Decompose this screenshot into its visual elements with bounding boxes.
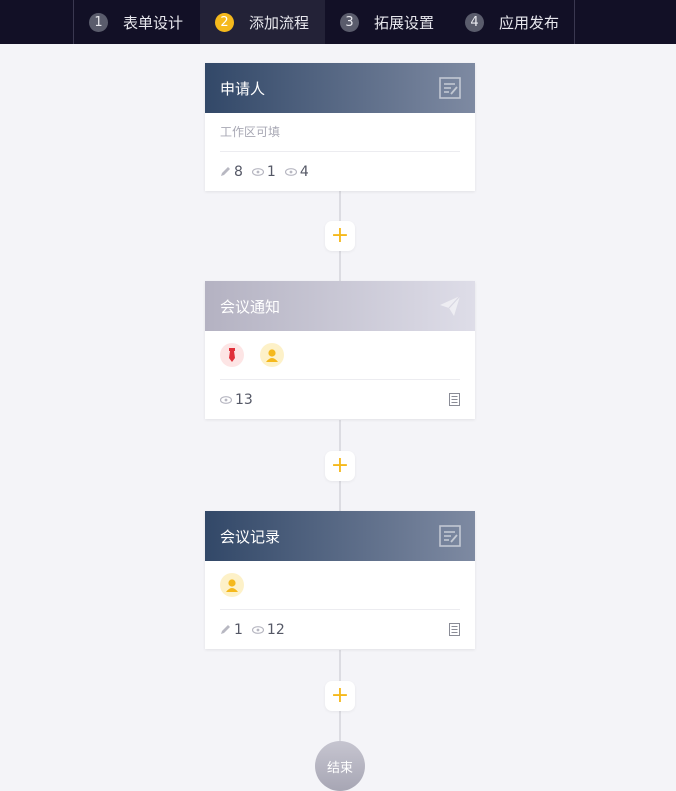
step-number: 1 <box>89 12 108 32</box>
node-stats: 13 <box>220 380 460 419</box>
add-node-button[interactable]: + <box>325 681 355 711</box>
step-number: 2 <box>215 12 234 32</box>
node-header: 会议记录 <box>205 511 475 561</box>
step-extend-settings[interactable]: 3 拓展设置 <box>325 0 450 44</box>
step-label: 应用发布 <box>499 13 560 32</box>
node-header: 申请人 <box>205 63 475 113</box>
view-count: 13 <box>220 392 253 408</box>
node-stats: 1 12 <box>220 610 460 649</box>
node-subtitle: 工作区可填 <box>220 113 460 152</box>
edit-count: 1 <box>220 622 243 638</box>
user-icon <box>266 349 278 362</box>
step-label: 表单设计 <box>123 13 184 32</box>
eye-icon <box>284 167 297 176</box>
view-count: 1 <box>251 164 276 180</box>
node-header: 会议通知 <box>205 281 475 331</box>
add-node-button[interactable]: + <box>325 451 355 481</box>
step-label: 拓展设置 <box>374 13 435 32</box>
paper-plane-icon <box>440 295 461 316</box>
form-edit-icon <box>439 525 461 547</box>
eye-icon <box>251 167 264 176</box>
add-node-button[interactable]: + <box>325 221 355 251</box>
step-nav: 1 表单设计 2 添加流程 3 拓展设置 4 应用发布 <box>73 0 575 44</box>
flow-node-applicant[interactable]: 申请人 工作区可填 8 1 4 <box>205 63 475 191</box>
step-number: 4 <box>465 12 484 32</box>
step-publish[interactable]: 4 应用发布 <box>450 0 574 44</box>
avatar[interactable] <box>260 343 284 367</box>
tie-user-icon <box>229 348 235 362</box>
pencil-icon <box>221 625 230 634</box>
user-icon <box>226 579 238 592</box>
node-title: 申请人 <box>220 79 266 98</box>
step-number: 3 <box>340 12 359 32</box>
end-node: 结束 <box>315 741 365 791</box>
read-count: 4 <box>284 164 309 180</box>
eye-icon <box>220 395 232 404</box>
assignee-list <box>220 561 460 610</box>
document-icon[interactable] <box>449 623 460 636</box>
step-form-design[interactable]: 1 表单设计 <box>74 0 200 44</box>
avatar[interactable] <box>220 573 244 597</box>
node-title: 会议记录 <box>220 527 281 546</box>
edit-count: 8 <box>220 164 243 180</box>
flow-node-meeting-minutes[interactable]: 会议记录 1 12 <box>205 511 475 649</box>
step-add-flow[interactable]: 2 添加流程 <box>200 0 325 44</box>
top-stepper-bar: 1 表单设计 2 添加流程 3 拓展设置 4 应用发布 <box>0 0 676 44</box>
pencil-icon <box>221 167 230 176</box>
eye-icon <box>251 625 264 634</box>
flow-node-meeting-notice[interactable]: 会议通知 13 <box>205 281 475 419</box>
view-count: 12 <box>251 622 285 638</box>
node-stats: 8 1 4 <box>220 152 460 191</box>
step-label: 添加流程 <box>249 13 310 32</box>
avatar[interactable] <box>220 343 244 367</box>
node-title: 会议通知 <box>220 297 281 316</box>
form-edit-icon <box>439 77 461 99</box>
document-icon[interactable] <box>449 393 460 406</box>
assignee-list <box>220 331 460 380</box>
